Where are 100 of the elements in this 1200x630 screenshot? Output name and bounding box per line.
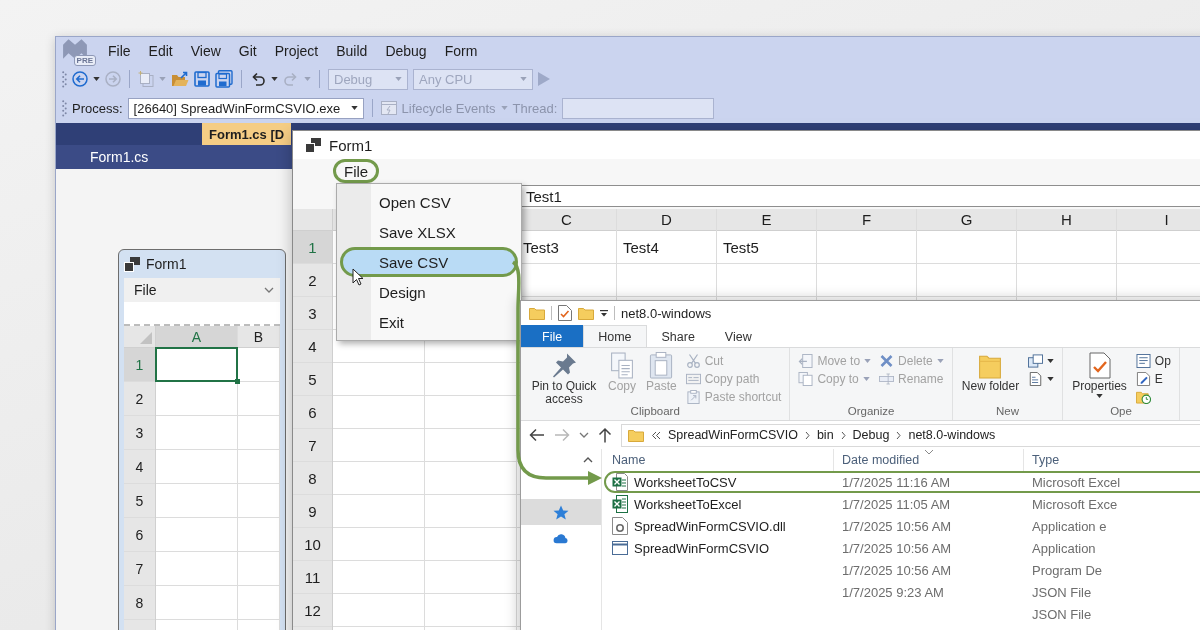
- menu-item[interactable]: Open CSV: [340, 187, 518, 217]
- ribbon-tab[interactable]: View: [709, 325, 767, 347]
- column-header[interactable]: A: [156, 326, 237, 347]
- formula-field[interactable]: [124, 302, 280, 326]
- chevron-icon[interactable]: [840, 430, 846, 440]
- ribbon-tab[interactable]: Home: [583, 325, 647, 347]
- menu-item[interactable]: Save CSV: [340, 247, 518, 277]
- document-tab[interactable]: Form1.cs [D: [202, 123, 292, 145]
- menu-item[interactable]: File: [134, 282, 157, 298]
- menu-item[interactable]: Git: [230, 40, 265, 62]
- up-icon[interactable]: [598, 427, 612, 443]
- menu-item[interactable]: Project: [266, 40, 327, 62]
- file-row[interactable]: WorksheetToCSV 1/7/2025 11:16 AM Microsoft Excel: [604, 471, 1200, 493]
- column-header[interactable]: Date modified: [834, 449, 1024, 471]
- address-bar[interactable]: SpreadWinFormCSVIO bin Debug net8.0-windows: [621, 423, 1200, 447]
- checked-page-icon[interactable]: [558, 305, 572, 321]
- column-header[interactable]: Name: [604, 449, 834, 471]
- ribbon-tab[interactable]: Share: [646, 325, 710, 347]
- back-icon[interactable]: [529, 428, 545, 442]
- chevron-icon[interactable]: [804, 430, 810, 440]
- row-header[interactable]: 10: [293, 528, 332, 560]
- file-row[interactable]: JSON File: [604, 603, 1200, 625]
- save-icon[interactable]: [194, 71, 210, 87]
- row-header[interactable]: 4: [293, 330, 332, 362]
- row-header[interactable]: 11: [293, 561, 332, 593]
- nav-item[interactable]: [521, 499, 601, 525]
- new-folder-button[interactable]: New folder: [958, 350, 1023, 405]
- menu-item[interactable]: Design: [340, 277, 518, 307]
- dropdown-icon[interactable]: [600, 309, 608, 317]
- caret-icon[interactable]: [271, 77, 278, 81]
- folder-icon[interactable]: [578, 306, 594, 320]
- row-header[interactable]: 5: [124, 484, 155, 517]
- row-header[interactable]: 6: [124, 518, 155, 551]
- row-header[interactable]: 8: [293, 462, 332, 494]
- menu-item[interactable]: View: [182, 40, 229, 62]
- process-dropdown[interactable]: [26640] SpreadWinFormCSVIO.exe: [127, 97, 364, 119]
- row-header[interactable]: 7: [293, 429, 332, 461]
- column-header[interactable]: D: [617, 209, 716, 230]
- open-folder-icon[interactable]: [171, 71, 189, 87]
- menu-item[interactable]: Save XLSX: [340, 217, 518, 247]
- row-header[interactable]: 7: [124, 552, 155, 585]
- chevron-icon[interactable]: [264, 287, 274, 293]
- row-header[interactable]: 6: [293, 396, 332, 428]
- pin-button[interactable]: Pin to Quick access: [527, 350, 601, 405]
- row-header[interactable]: 12: [293, 594, 332, 626]
- file-row[interactable]: WorksheetToExcel 1/7/2025 11:05 AM Microsoft Exce: [604, 493, 1200, 515]
- breadcrumb[interactable]: SpreadWinFormCSVIO: [668, 428, 798, 442]
- row-header[interactable]: 2: [293, 264, 332, 296]
- column-header[interactable]: Type: [1024, 449, 1200, 471]
- row-header[interactable]: 9: [293, 495, 332, 527]
- chevron-icon[interactable]: [896, 430, 902, 440]
- row-header[interactable]: 1: [293, 231, 332, 263]
- row-header[interactable]: 1: [124, 348, 155, 381]
- row-header[interactable]: 4: [124, 450, 155, 483]
- file-type: Microsoft Exce: [1032, 496, 1118, 512]
- breadcrumb[interactable]: bin: [816, 428, 834, 442]
- chevron-icon[interactable]: [579, 432, 589, 438]
- edit-button[interactable]: E: [1133, 370, 1173, 387]
- file-row[interactable]: 1/7/2025 10:56 AM Program De: [604, 559, 1200, 581]
- file-icon: [612, 517, 628, 535]
- save-all-icon[interactable]: [215, 70, 233, 88]
- menu-item[interactable]: Debug: [377, 40, 435, 62]
- column-header[interactable]: B: [238, 326, 279, 347]
- row-header[interactable]: 3: [293, 297, 332, 329]
- column-header[interactable]: I: [1117, 209, 1200, 230]
- thread-field[interactable]: [562, 97, 715, 119]
- breadcrumb[interactable]: net8.0-windows: [908, 428, 996, 442]
- cell-value[interactable]: Test5: [717, 231, 816, 263]
- row-header[interactable]: 5: [293, 363, 332, 395]
- menu-item[interactable]: Edit: [140, 40, 181, 62]
- file-row[interactable]: SpreadWinFormCSVIO 1/7/2025 10:56 AM Application: [604, 537, 1200, 559]
- selected-cell[interactable]: [155, 347, 238, 382]
- menu-item[interactable]: File: [100, 40, 139, 62]
- menu-item[interactable]: Form: [436, 40, 486, 62]
- file-row[interactable]: 1/7/2025 9:23 AM JSON File: [604, 581, 1200, 603]
- caret-icon[interactable]: [93, 77, 100, 81]
- double-chevron-icon[interactable]: [651, 430, 661, 440]
- row-header[interactable]: 8: [124, 586, 155, 619]
- row-header[interactable]: 3: [124, 416, 155, 449]
- breadcrumb[interactable]: Debug: [852, 428, 890, 442]
- back-icon[interactable]: [72, 71, 88, 87]
- formula-field[interactable]: Test1: [520, 185, 1200, 207]
- menu-item[interactable]: Exit: [340, 307, 518, 337]
- column-header[interactable]: H: [1017, 209, 1116, 230]
- menu-item[interactable]: Build: [328, 40, 376, 62]
- open-button[interactable]: Op: [1133, 352, 1173, 369]
- cell-value[interactable]: Test4: [617, 231, 716, 263]
- properties-button[interactable]: Properties: [1069, 350, 1130, 405]
- row-header[interactable]: 2: [124, 382, 155, 415]
- undo-icon[interactable]: [250, 72, 266, 86]
- folder-icon[interactable]: [529, 306, 545, 320]
- file-row[interactable]: SpreadWinFormCSVIO.dll 1/7/2025 10:56 AM Application e: [604, 515, 1200, 537]
- checked-page-icon: [1087, 352, 1112, 379]
- document-tab[interactable]: Form1.cs: [86, 147, 153, 167]
- scroll-up-icon[interactable]: [583, 457, 593, 463]
- column-header[interactable]: F: [817, 209, 916, 230]
- column-header[interactable]: G: [917, 209, 1016, 230]
- column-header[interactable]: E: [717, 209, 816, 230]
- ribbon-tab[interactable]: File: [521, 325, 584, 347]
- file-name: WorksheetToExcel: [634, 496, 742, 512]
